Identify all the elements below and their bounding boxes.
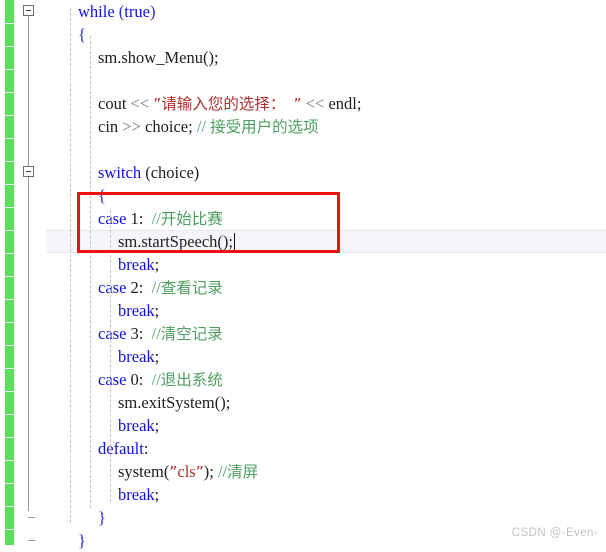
fold-marker-collapse-icon[interactable] <box>23 166 34 177</box>
code-token: ; <box>154 416 160 435</box>
code-line[interactable]: } <box>98 506 106 529</box>
code-token: >> <box>122 117 141 136</box>
code-token: ) <box>149 2 156 21</box>
code-token: ; <box>154 301 160 320</box>
code-line[interactable]: case 1: //开始比赛 <box>98 207 223 230</box>
code-line[interactable]: case 3: //清空记录 <box>98 322 223 345</box>
editor-gutter[interactable] <box>0 0 46 545</box>
code-line[interactable]: case 0: //退出系统 <box>98 368 223 391</box>
code-token: case <box>98 209 127 228</box>
code-token: (choice) <box>145 163 200 182</box>
code-token: break <box>118 416 155 435</box>
code-line[interactable]: { <box>78 23 86 46</box>
code-line[interactable]: sm.exitSystem(); <box>118 391 230 414</box>
code-line[interactable]: case 2: //查看记录 <box>98 276 223 299</box>
code-token: ” <box>293 95 302 113</box>
indent-guide-line <box>90 36 91 508</box>
code-token: sm.startSpeech(); <box>118 232 234 251</box>
code-token: } <box>98 508 106 527</box>
code-token: 开始比赛 <box>160 210 223 228</box>
code-token: ” <box>195 463 204 481</box>
change-bar-indicator <box>5 0 14 545</box>
code-token: cin <box>98 117 123 136</box>
code-token: break <box>118 255 155 274</box>
code-token: true <box>124 2 150 21</box>
fold-guide-line <box>28 16 29 511</box>
code-line[interactable]: sm.show_Menu(); <box>98 46 219 69</box>
code-token: 清屏 <box>227 463 259 481</box>
indent-guide-line <box>110 210 111 502</box>
code-token: sm.show_Menu(); <box>98 48 219 67</box>
code-token: ; <box>154 347 160 366</box>
fold-end-tick <box>28 517 35 518</box>
watermark-text: CSDN @-Even- <box>511 527 598 539</box>
code-editor[interactable]: while (true) { sm.show_Menu();cout << ”请输入… <box>0 0 606 550</box>
code-token: 3: <box>126 324 152 343</box>
code-token: break <box>118 301 155 320</box>
code-line[interactable]: break; <box>118 345 159 368</box>
code-token: break <box>118 485 155 504</box>
code-token: break <box>118 347 155 366</box>
code-token: cls <box>177 462 196 481</box>
code-line[interactable]: break; <box>118 414 159 437</box>
code-token: { <box>78 25 86 44</box>
code-line[interactable]: sm.startSpeech(); <box>118 230 236 253</box>
code-token: ; <box>154 485 160 504</box>
code-token: choice; <box>140 117 197 136</box>
code-token: 清空记录 <box>160 325 223 343</box>
code-token: 1: <box>126 209 152 228</box>
code-token: : <box>143 439 149 458</box>
code-token: // <box>196 117 211 136</box>
fold-marker-collapse-icon[interactable] <box>23 5 34 16</box>
code-token: 接受用户的选项 <box>210 118 319 136</box>
code-token: while <box>78 2 115 21</box>
code-line[interactable]: default: <box>98 437 148 460</box>
code-token: default <box>98 439 144 458</box>
code-token: case <box>98 370 127 389</box>
code-token: // <box>151 324 161 343</box>
code-token: // <box>151 278 161 297</box>
code-token: ”请输入您的选择： <box>153 95 286 113</box>
code-token: endl; <box>324 94 362 113</box>
code-token: 2: <box>126 278 152 297</box>
code-token: // <box>217 462 228 481</box>
code-line[interactable]: { <box>98 184 106 207</box>
code-token: } <box>78 531 86 550</box>
code-token: 0: <box>126 370 152 389</box>
code-token: ); <box>203 462 218 481</box>
code-token: // <box>151 370 161 389</box>
code-line[interactable]: break; <box>118 483 159 506</box>
code-token: sm.exitSystem(); <box>118 393 231 412</box>
code-line[interactable]: cout << ”请输入您的选择： ” << endl; <box>98 92 361 115</box>
code-line[interactable]: break; <box>118 299 159 322</box>
code-line[interactable]: switch (choice) <box>98 161 199 184</box>
code-token: system( <box>118 462 170 481</box>
code-line[interactable]: while (true) <box>78 0 155 23</box>
code-token: case <box>98 278 127 297</box>
code-token: cout <box>98 94 131 113</box>
code-token: 退出系统 <box>160 371 223 389</box>
indent-guide-line <box>70 8 71 523</box>
text-caret <box>234 233 236 250</box>
fold-end-tick <box>28 540 35 541</box>
code-line[interactable]: cin >> choice; // 接受用户的选项 <box>98 115 319 138</box>
code-token: << <box>305 94 325 113</box>
code-token: { <box>98 186 106 205</box>
code-token: ; <box>154 255 160 274</box>
code-token: << <box>130 94 150 113</box>
code-token: // <box>151 209 161 228</box>
code-token: case <box>98 324 127 343</box>
code-line[interactable]: system(”cls”); //清屏 <box>118 460 258 483</box>
code-line[interactable]: break; <box>118 253 159 276</box>
code-token: 查看记录 <box>160 279 223 297</box>
code-token: switch <box>98 163 142 182</box>
code-line[interactable]: } <box>78 529 86 552</box>
code-text-area[interactable]: while (true) { sm.show_Menu();cout << ”请输入… <box>46 0 606 550</box>
